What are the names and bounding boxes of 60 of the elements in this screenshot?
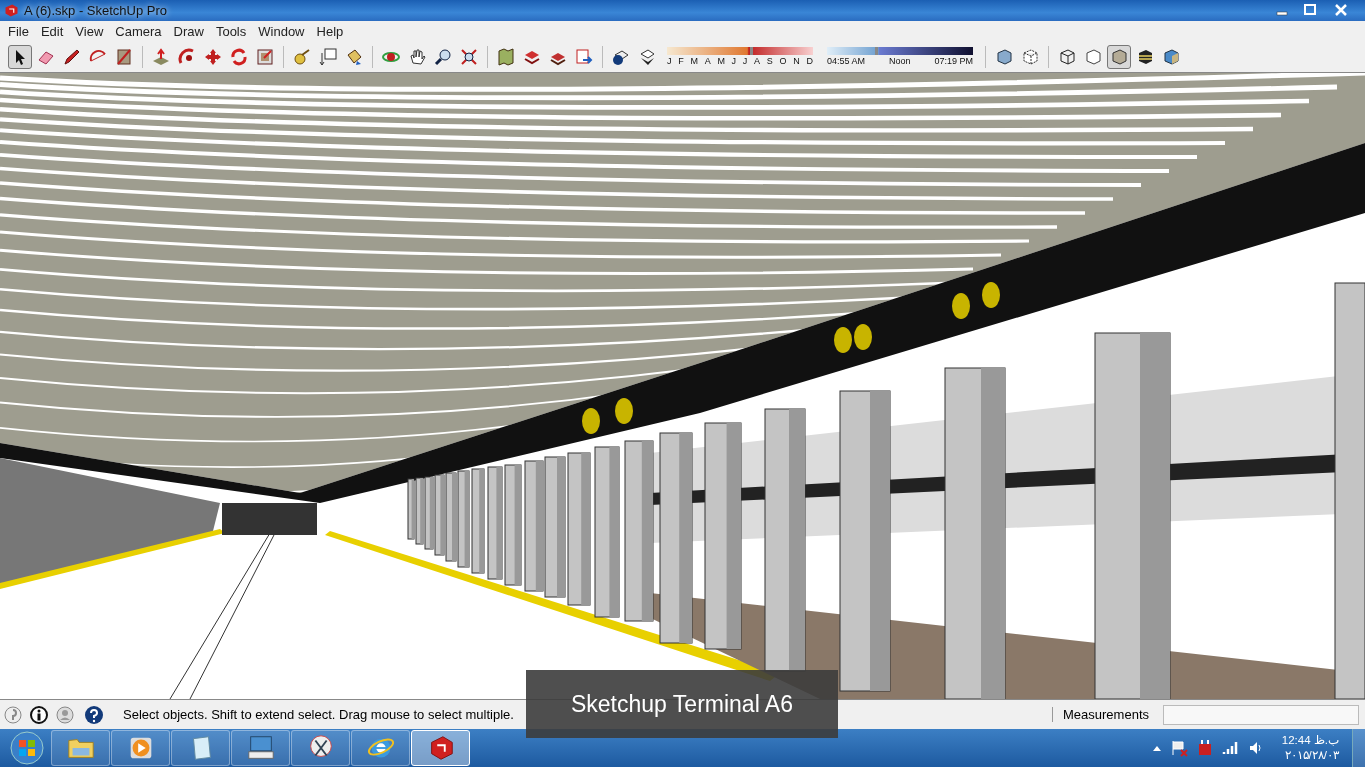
menu-item[interactable]: View [69,23,110,39]
taskbar-app-button[interactable] [291,730,350,766]
time-label: Noon [889,56,911,67]
menu-item[interactable]: Tools [209,23,253,39]
flag-icon[interactable] [1169,739,1188,757]
measurements-label: Measurements [1052,707,1149,723]
tape-measure-icon [292,46,312,67]
offset-icon [255,46,275,67]
app-logo-icon [4,2,19,18]
clock-time[interactable]: 12:44 ب.ظ [1281,733,1339,748]
month-label: J [742,56,748,67]
month-label: O [779,56,787,67]
menu-item[interactable]: Edit [34,23,70,39]
hand-icon [407,46,427,67]
signal-bars-icon[interactable] [1221,740,1240,756]
info-icon[interactable] [29,704,49,725]
window-title: A (6).skp - SketchUp Pro [24,2,168,18]
speaker-icon[interactable] [1247,740,1264,756]
text-label-icon [318,46,338,67]
taskbar-app-button[interactable] [411,730,470,766]
taskbar-app-button[interactable] [231,730,290,766]
share-model-icon [574,46,594,67]
rectangle-icon [114,46,134,67]
menu-item[interactable]: Camera [109,23,168,39]
taskbar-app-button[interactable] [171,730,230,766]
month-slider[interactable] [667,47,813,56]
face-style-button[interactable] [1107,44,1131,69]
tray-expand-icon[interactable] [1151,744,1162,752]
measurements-field[interactable] [1163,704,1359,725]
taskbar-app-button[interactable] [111,730,170,766]
time-slider[interactable] [827,47,973,56]
month-label: M [717,56,725,67]
rotate-icon [229,46,249,67]
menu-item[interactable]: Draw [167,23,210,39]
month-label: S [766,56,773,67]
map-icon [496,46,516,67]
month-label: N [793,56,800,67]
user-icon[interactable] [55,704,75,725]
month-label: D [806,56,813,67]
menu-item[interactable]: Window [252,23,311,39]
menu-item[interactable]: File [2,23,35,39]
taskbar-app-button[interactable] [351,730,410,766]
taskbar-app-button[interactable] [51,730,110,766]
zoom-icon [433,46,453,67]
month-label: J [667,56,672,67]
clock-date[interactable]: ۲۰۱۵/۲۸/۰۳ [1284,748,1339,763]
push-pull-icon [151,46,171,67]
month-label: F [678,56,684,67]
time-label: 04:55 AM [827,56,866,67]
month-label: M [690,56,698,67]
zoom-extents-icon [459,46,479,67]
month-label: A [754,56,761,67]
video-caption: Sketchup Terminal A6 [526,670,838,738]
month-label: A [704,56,711,67]
status-message: Select objects. Shift to extend select. Drag mouse to select multiple. [123,707,514,723]
menu-item[interactable]: Help [310,23,350,39]
time-label: 07:19 PM [934,56,973,67]
select-arrow-tool-button[interactable] [8,44,32,69]
windows-orb-icon [10,731,44,765]
month-label: J [731,56,737,67]
